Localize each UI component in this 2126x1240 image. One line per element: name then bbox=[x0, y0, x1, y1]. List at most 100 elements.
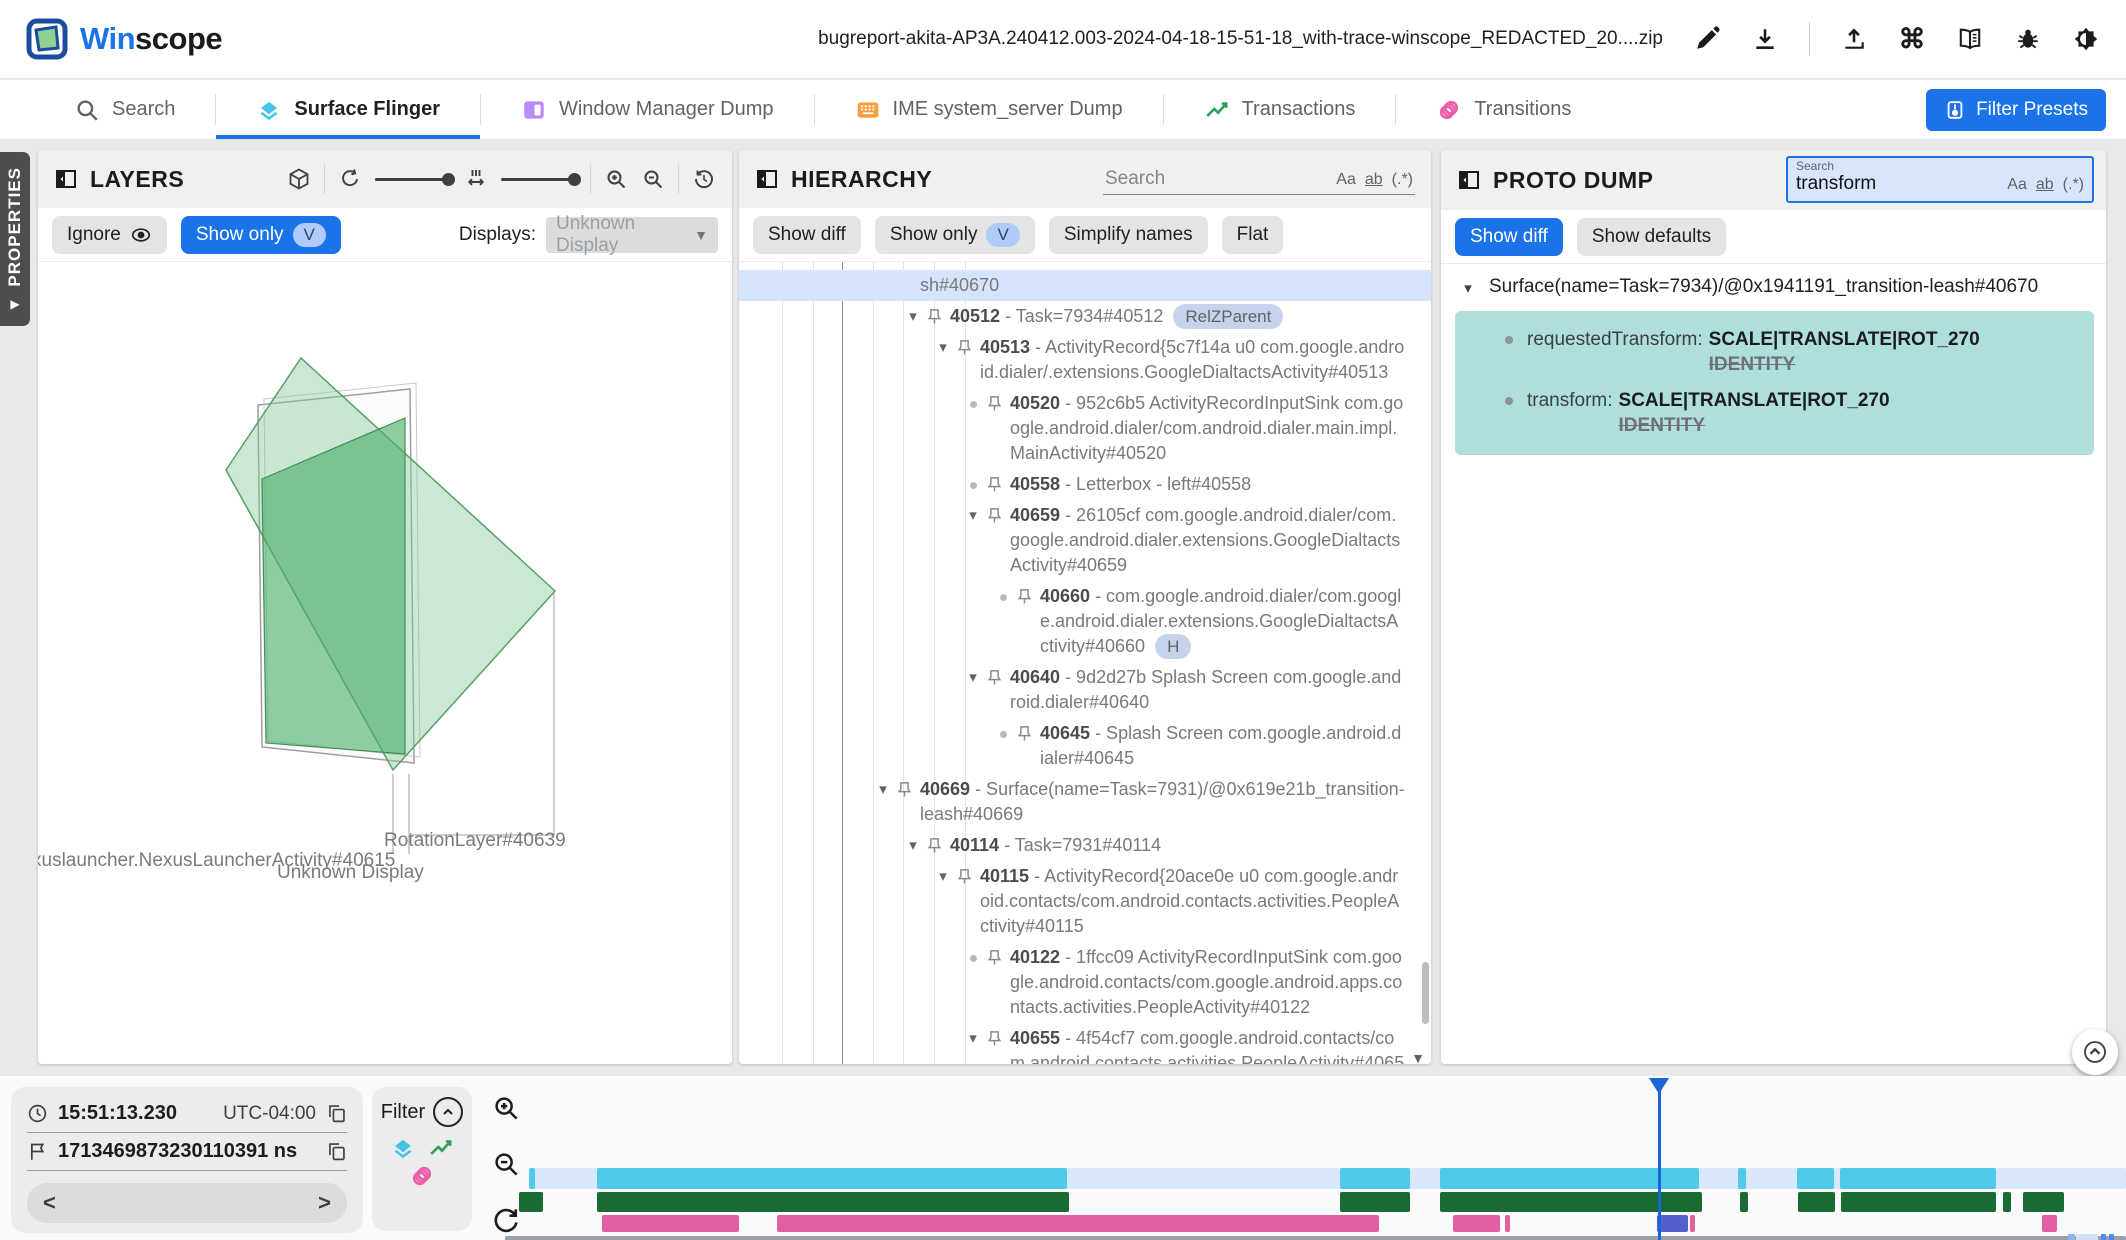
tree-node[interactable]: ▾40640 - 9d2d27b Splash Screen com.googl… bbox=[739, 662, 1431, 718]
reset-view-icon[interactable] bbox=[692, 167, 716, 191]
spacing-slider-thumb[interactable] bbox=[568, 173, 581, 186]
surfaceflinger-row-segment[interactable] bbox=[1440, 1168, 1699, 1189]
tree-node[interactable]: 40122 - 1ffcc09 ActivityRecordInputSink … bbox=[739, 942, 1431, 1023]
transitions-row-selected-segment[interactable] bbox=[1657, 1215, 1688, 1232]
pin-icon[interactable] bbox=[926, 308, 943, 325]
tree-node[interactable]: ▾40114 - Task=7931#40114 bbox=[739, 830, 1431, 861]
transactions-row-segment[interactable] bbox=[597, 1192, 1069, 1212]
tree-node[interactable]: ▾40659 - 26105cf com.google.android.dial… bbox=[739, 500, 1431, 581]
timeline-scrollbar-thumb[interactable] bbox=[2109, 1234, 2114, 1240]
surfaceflinger-row-segment[interactable] bbox=[597, 1168, 1067, 1189]
copy-icon[interactable] bbox=[326, 1103, 347, 1124]
timeline-scrollbar-thumb[interactable] bbox=[2101, 1234, 2106, 1240]
pin-icon[interactable] bbox=[986, 1030, 1003, 1047]
tree-node[interactable]: 40645 - Splash Screen com.google.android… bbox=[739, 718, 1431, 774]
tree-node[interactable]: sh#40670 bbox=[739, 270, 1431, 301]
proto-property[interactable]: requestedTransform: SCALE|TRANSLATE|ROT_… bbox=[1463, 329, 2086, 376]
match-case-icon[interactable]: Aa bbox=[2007, 176, 2027, 194]
pin-icon[interactable] bbox=[926, 837, 943, 854]
expand-arrow-icon[interactable]: ▾ bbox=[900, 833, 926, 858]
show-diff-button[interactable]: Show diff bbox=[753, 216, 861, 254]
show-only-button[interactable]: Show only V bbox=[875, 216, 1035, 254]
regex-icon[interactable]: (.*) bbox=[1392, 171, 1413, 189]
timeline-cursor[interactable] bbox=[1658, 1078, 1661, 1240]
match-case-icon[interactable]: Aa bbox=[1336, 171, 1356, 189]
pin-icon[interactable] bbox=[986, 476, 1003, 493]
timeline-cursor-handle[interactable] bbox=[1649, 1078, 1669, 1094]
proto-search-input[interactable]: Search transform Aa ab (.*) bbox=[1786, 156, 2094, 203]
transactions-row-segment[interactable] bbox=[2003, 1192, 2011, 1212]
zoom-in-icon[interactable] bbox=[604, 167, 628, 191]
pin-icon[interactable] bbox=[986, 395, 1003, 412]
proto-root-node[interactable]: ▾ Surface(name=Task=7934)/@0x1941191_tra… bbox=[1455, 276, 2106, 301]
tree-node[interactable]: ▾40115 - ActivityRecord{20ace0e u0 com.g… bbox=[739, 861, 1431, 942]
tab-ime-dump[interactable]: IME system_server Dump bbox=[815, 80, 1163, 139]
pin-icon[interactable] bbox=[1016, 725, 1033, 742]
tree-node[interactable]: ▾40513 - ActivityRecord{5c7f14a u0 com.g… bbox=[739, 332, 1431, 388]
tree-node[interactable]: 40558 - Letterbox - left#40558 bbox=[739, 469, 1431, 500]
match-word-icon[interactable]: ab bbox=[1365, 171, 1383, 189]
copy-icon[interactable] bbox=[326, 1141, 347, 1162]
layers-icon[interactable] bbox=[390, 1135, 416, 1161]
tree-node[interactable]: ▾40512 - Task=7934#40512RelZParent bbox=[739, 301, 1431, 332]
transitions-row-segment[interactable] bbox=[602, 1215, 739, 1232]
transactions-row-segment[interactable] bbox=[1841, 1192, 1996, 1212]
show-only-button[interactable]: Show only V bbox=[181, 216, 341, 254]
tree-node[interactable]: ▾40655 - 4f54cf7 com.google.android.cont… bbox=[739, 1023, 1431, 1064]
pin-icon[interactable] bbox=[986, 507, 1003, 524]
tab-surface-flinger[interactable]: Surface Flinger bbox=[216, 80, 480, 139]
proto-property[interactable]: transform: SCALE|TRANSLATE|ROT_270 IDENT… bbox=[1463, 390, 2086, 437]
surfaceflinger-row-band[interactable] bbox=[529, 1168, 2126, 1189]
regex-icon[interactable]: (.*) bbox=[2063, 176, 2084, 194]
tab-transactions[interactable]: Transactions bbox=[1164, 80, 1396, 139]
timeline-zoom-in-button[interactable] bbox=[489, 1092, 523, 1126]
next-frame-button[interactable]: > bbox=[318, 1190, 331, 1216]
transactions-row-segment[interactable] bbox=[2023, 1192, 2064, 1212]
show-diff-button[interactable]: Show diff bbox=[1455, 218, 1563, 256]
spacing-icon[interactable] bbox=[464, 167, 488, 191]
match-word-icon[interactable]: ab bbox=[2036, 176, 2054, 194]
pin-icon[interactable] bbox=[986, 949, 1003, 966]
tab-search[interactable]: Search bbox=[34, 80, 215, 139]
tree-node[interactable]: 40520 - 952c6b5 ActivityRecordInputSink … bbox=[739, 388, 1431, 469]
expand-arrow-icon[interactable]: ▾ bbox=[960, 1026, 986, 1051]
transitions-row-segment[interactable] bbox=[1505, 1215, 1510, 1232]
expand-arrow-icon[interactable]: ▾ bbox=[1455, 276, 1481, 301]
surfaceflinger-row-segment[interactable] bbox=[1340, 1168, 1410, 1189]
surfaceflinger-row-segment[interactable] bbox=[529, 1168, 535, 1189]
transitions-row-segment[interactable] bbox=[1453, 1215, 1500, 1232]
zoom-out-icon[interactable] bbox=[641, 167, 665, 191]
expand-arrow-icon[interactable]: ▾ bbox=[930, 335, 956, 360]
pin-icon[interactable] bbox=[896, 781, 913, 798]
transactions-icon[interactable] bbox=[428, 1135, 454, 1161]
dark-mode-toggle-icon[interactable] bbox=[2072, 25, 2100, 53]
hierarchy-search-input[interactable]: Search Aa ab (.*) bbox=[1103, 164, 1415, 195]
transitions-row-segment[interactable] bbox=[777, 1215, 1379, 1232]
collapse-timeline-button[interactable] bbox=[2072, 1029, 2118, 1075]
transitions-row-segment[interactable] bbox=[2042, 1215, 2057, 1232]
previous-frame-button[interactable]: < bbox=[43, 1190, 56, 1216]
transactions-row-segment[interactable] bbox=[1798, 1192, 1835, 1212]
timeline-scrollbar-thumb[interactable] bbox=[2068, 1234, 2075, 1240]
layers-3d-canvas[interactable]: RotationLayer#40639 xuslauncher.NexusLau… bbox=[38, 262, 732, 1062]
download-icon[interactable] bbox=[1751, 25, 1779, 53]
transactions-row-segment[interactable] bbox=[1340, 1192, 1410, 1212]
expand-arrow-icon[interactable]: ▾ bbox=[960, 503, 986, 528]
pin-icon[interactable] bbox=[986, 669, 1003, 686]
tree-node[interactable]: 40660 - com.google.android.dialer/com.go… bbox=[739, 581, 1431, 662]
pin-icon[interactable] bbox=[1016, 588, 1033, 605]
timeline-reset-zoom-button[interactable] bbox=[489, 1204, 523, 1238]
collapse-filter-button[interactable] bbox=[433, 1097, 463, 1127]
upload-icon[interactable] bbox=[1840, 25, 1868, 53]
documentation-book-icon[interactable] bbox=[1956, 25, 1984, 53]
show-defaults-button[interactable]: Show defaults bbox=[1577, 218, 1726, 256]
expand-arrow-icon[interactable]: ▾ bbox=[960, 665, 986, 690]
surfaceflinger-row-segment[interactable] bbox=[1738, 1168, 1746, 1189]
expand-arrow-icon[interactable]: ▾ bbox=[870, 777, 896, 802]
surfaceflinger-row-segment[interactable] bbox=[1840, 1168, 1996, 1189]
edit-file-icon[interactable] bbox=[1693, 25, 1721, 53]
expand-arrow-icon[interactable]: ▾ bbox=[930, 864, 956, 889]
flat-button[interactable]: Flat bbox=[1222, 216, 1284, 254]
rotation-slider[interactable] bbox=[375, 178, 451, 181]
simplify-names-button[interactable]: Simplify names bbox=[1049, 216, 1208, 254]
